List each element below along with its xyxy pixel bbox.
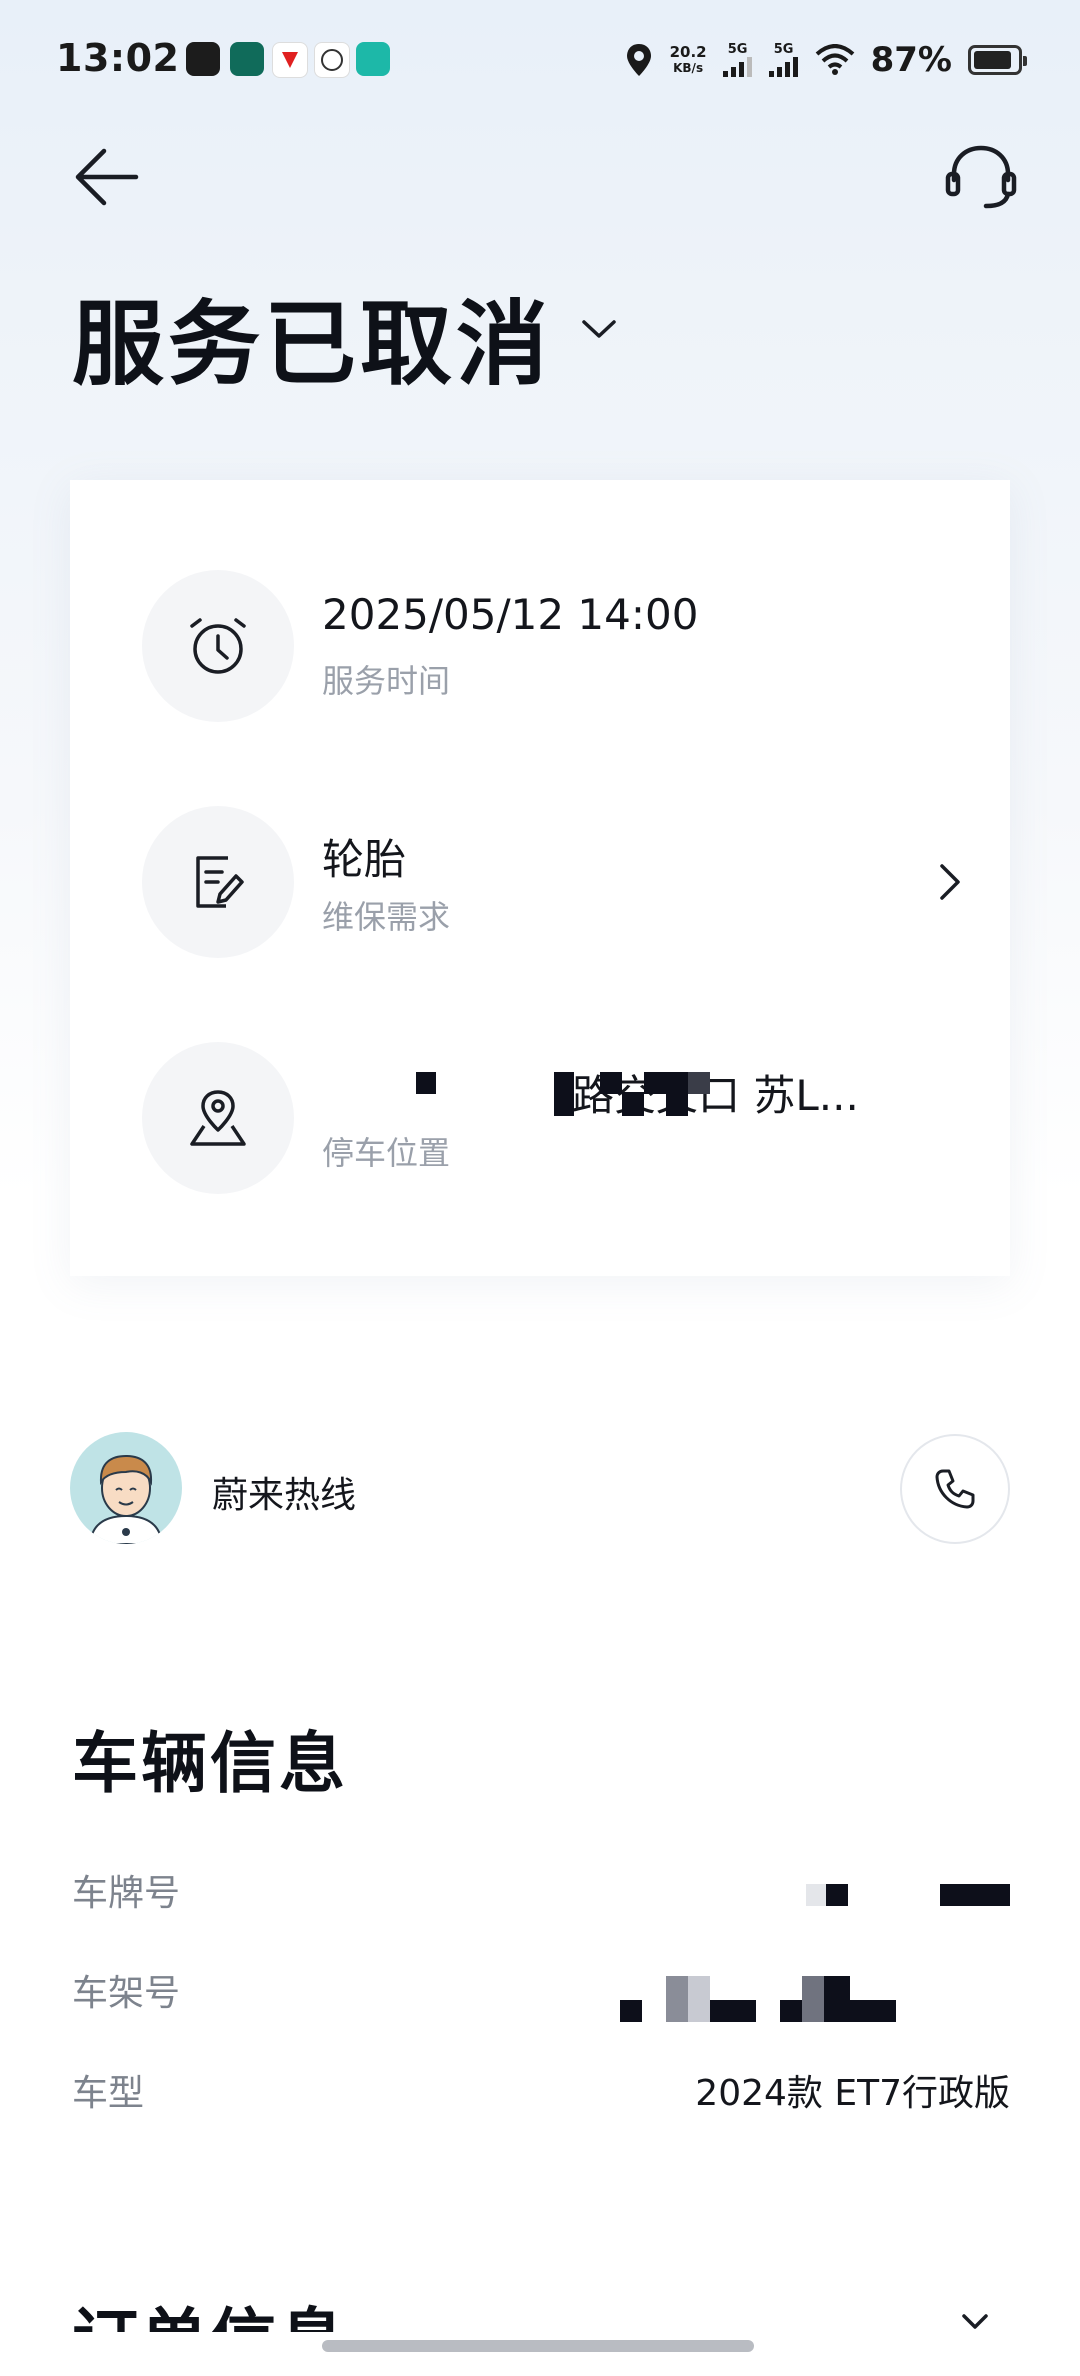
- chevron-down-icon[interactable]: [960, 2312, 990, 2332]
- icon-circle: [142, 806, 294, 958]
- app-notification-icon: [272, 42, 308, 78]
- battery-icon: [968, 45, 1027, 75]
- mi-app-icon: [186, 42, 220, 76]
- icon-circle: [142, 1042, 294, 1194]
- chevron-right-icon[interactable]: [938, 862, 962, 902]
- maintenance-need-label: 维保需求: [322, 898, 451, 936]
- back-arrow-icon: [75, 148, 139, 206]
- status-bar: 13:02 20.2 KB/s 5G 5G 87%: [0, 0, 1080, 120]
- status-time: 13:02: [56, 36, 180, 80]
- app-notification-icon: [314, 42, 350, 78]
- location-map-icon: [190, 1090, 246, 1146]
- customer-service-button[interactable]: [944, 142, 1018, 212]
- vehicle-info-title: 车辆信息: [72, 1725, 348, 1802]
- hotline-label: 蔚来热线: [212, 1475, 357, 1516]
- wifi-icon: [815, 44, 854, 75]
- chevron-down-icon[interactable]: [580, 318, 618, 342]
- home-indicator[interactable]: [322, 2340, 754, 2352]
- icon-circle: [142, 570, 294, 722]
- headset-icon: [945, 145, 1017, 209]
- service-time-row: 2025/05/12 14:00 服务时间: [142, 570, 962, 722]
- signal-icon: [722, 57, 752, 77]
- net-speed: 20.2 KB/s: [669, 43, 707, 75]
- signal-sim1: 5G: [722, 43, 753, 77]
- location-status-icon: [626, 44, 651, 76]
- service-card: 2025/05/12 14:00 服务时间 轮胎 维保需求 路交叉口 苏L...…: [70, 480, 1010, 1276]
- signal-sim2: 5G: [768, 43, 799, 77]
- app-notification-icon: [230, 42, 264, 76]
- vin-label: 车架号: [72, 1973, 181, 2014]
- back-button[interactable]: [72, 142, 142, 212]
- service-time-label: 服务时间: [322, 662, 451, 700]
- maintenance-need-value: 轮胎: [322, 835, 407, 884]
- plate-label: 车牌号: [72, 1873, 181, 1914]
- service-time-value: 2025/05/12 14:00: [322, 590, 699, 639]
- model-value: 2024款 ET7行政版: [695, 2073, 1010, 2114]
- battery-percent: 87%: [870, 40, 952, 80]
- model-label: 车型: [72, 2073, 145, 2114]
- signal-icon: [768, 57, 798, 77]
- app-notification-icon: [356, 42, 390, 76]
- maintenance-need-row[interactable]: 轮胎 维保需求: [142, 806, 962, 958]
- edit-document-icon: [196, 856, 244, 908]
- phone-icon: [935, 1469, 975, 1509]
- hotline-row: 蔚来热线: [70, 1432, 1010, 1546]
- alarm-clock-icon: [190, 618, 246, 674]
- page-title[interactable]: 服务已取消: [72, 270, 552, 403]
- avatar: [70, 1432, 182, 1544]
- call-button[interactable]: [900, 1434, 1010, 1544]
- parking-location-label: 停车位置: [322, 1134, 451, 1172]
- order-info-title[interactable]: 订单信息: [72, 2286, 348, 2332]
- parking-location-row: 路交叉口 苏L... 停车位置: [142, 1042, 962, 1194]
